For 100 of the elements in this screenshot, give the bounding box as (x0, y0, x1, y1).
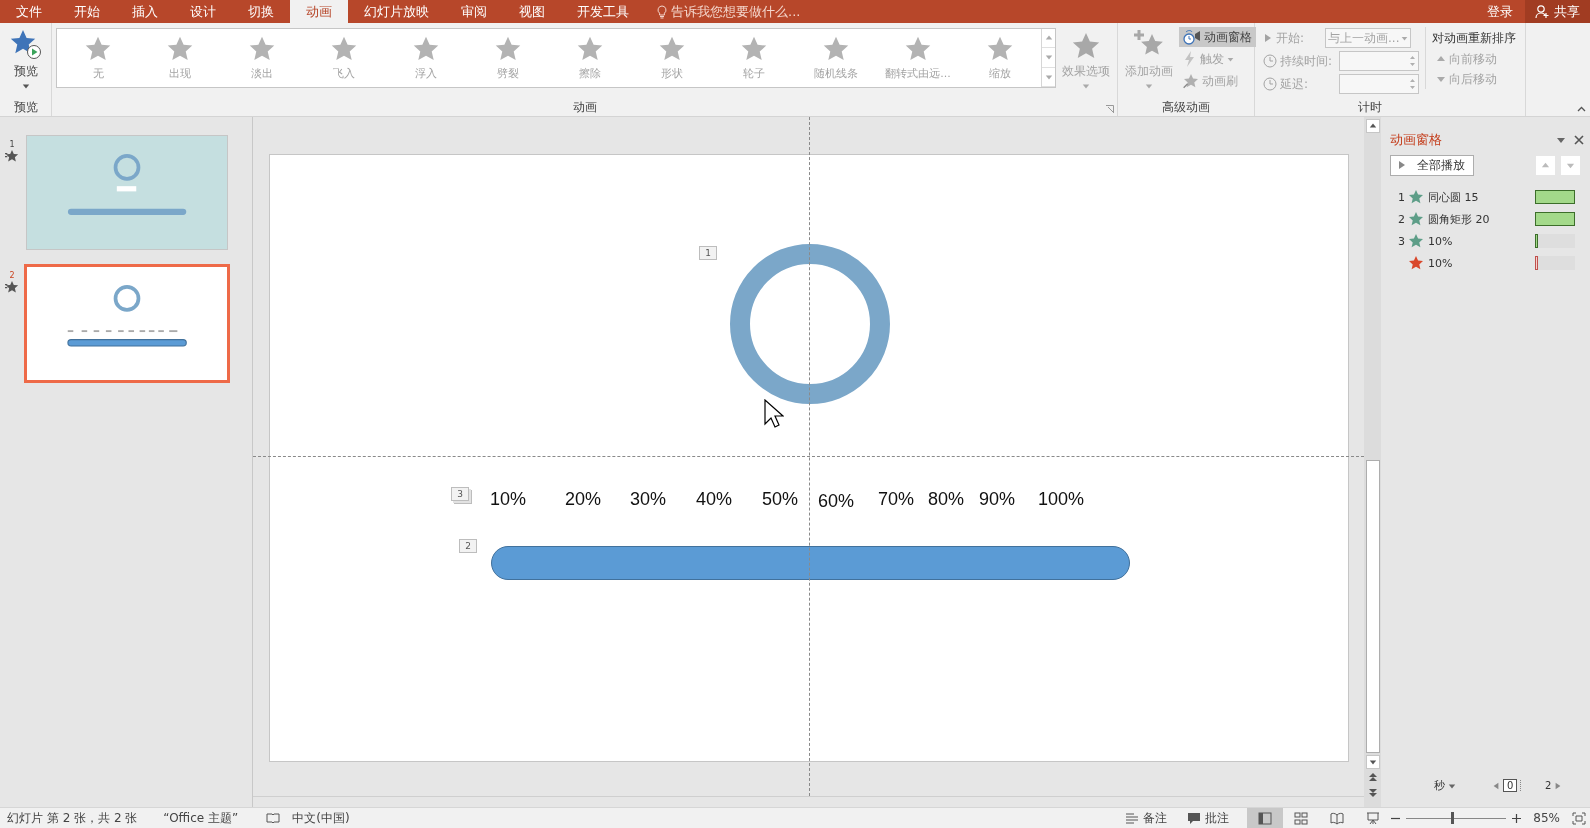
item-number: 1 (1398, 190, 1406, 204)
notes-button[interactable]: 备注 (1125, 809, 1168, 827)
right-triangle-icon (1554, 781, 1563, 790)
status-text[interactable]: 中文(中国) (292, 809, 350, 827)
field-label: 开始: (1276, 29, 1306, 47)
animation-tag[interactable]: 3 (451, 487, 469, 501)
ribbon-tab[interactable]: 幻灯片放映 (348, 0, 445, 23)
scroll-down-button[interactable] (1365, 755, 1380, 769)
double-down-icon (1368, 788, 1377, 798)
play-all-button[interactable]: 全部播放 (1390, 154, 1474, 176)
ribbon-tab[interactable]: 审阅 (445, 0, 503, 23)
scroll-thumb[interactable] (1365, 460, 1380, 753)
ribbon-tab[interactable]: 开发工具 (561, 0, 645, 23)
move-up-button[interactable] (1536, 155, 1555, 175)
left-triangle-icon (1492, 781, 1500, 790)
zoom-in-icon[interactable] (1512, 813, 1522, 823)
zoom-level[interactable]: 85% (1533, 811, 1560, 825)
projector-screen-icon (1366, 811, 1381, 825)
slide-thumbnail[interactable] (26, 135, 228, 250)
animation-tag[interactable]: 1 (699, 246, 717, 260)
share-button[interactable]: 共享 (1525, 0, 1590, 23)
caret-icon (1227, 55, 1234, 63)
animation-tag[interactable]: 2 (459, 539, 477, 553)
status-text: “Office 主题” (163, 809, 239, 827)
vertical-scrollbar[interactable] (1364, 117, 1381, 807)
pane-title: 动画窗格 (1390, 131, 1443, 149)
percent-label: 40% (696, 489, 733, 510)
animation-star-icon (1408, 189, 1424, 205)
percent-label: 50% (762, 489, 799, 510)
collapse-ribbon-icon[interactable] (1577, 106, 1586, 112)
timeline-label: 2 (1520, 780, 1552, 791)
timeline-label: 0 (1503, 779, 1518, 792)
person-add-icon (1535, 4, 1550, 19)
open-book-icon (1330, 811, 1345, 825)
comment-icon (1187, 811, 1202, 825)
star-icon (412, 35, 440, 63)
expand-icon (1044, 72, 1053, 81)
dialog-launcher-icon[interactable] (1106, 105, 1114, 113)
ring-shape[interactable] (730, 244, 890, 404)
ribbon-tab[interactable]: 动画 (290, 0, 348, 23)
slide-thumbnail[interactable] (24, 264, 230, 383)
scroll-down-icon (1044, 53, 1053, 62)
tell-me-search[interactable]: 告诉我您想要做什么... (657, 0, 801, 23)
caret-icon (1082, 82, 1090, 90)
group-label: 预览 (12, 99, 39, 116)
scroll-up-button[interactable] (1365, 119, 1380, 133)
preview-button[interactable]: 预览 (6, 27, 45, 92)
ribbon-tab[interactable]: 视图 (503, 0, 561, 23)
star-brush-icon (1183, 73, 1199, 89)
duration-field[interactable] (1339, 51, 1419, 71)
spin-arrows-icon (1409, 54, 1416, 68)
star-icon (576, 35, 604, 63)
animation-pane-button[interactable]: 动画窗格 (1179, 27, 1256, 47)
comments-button[interactable]: 批注 (1187, 809, 1230, 827)
pane-clock-icon (1183, 29, 1201, 45)
field-label: 持续时间: (1280, 52, 1334, 70)
caret-icon (1448, 781, 1456, 790)
sign-in-link[interactable]: 登录 (1475, 0, 1525, 23)
item-number: 2 (1398, 212, 1406, 226)
grid-icon (1294, 811, 1309, 825)
close-icon[interactable] (1574, 135, 1584, 145)
delay-field[interactable] (1339, 74, 1419, 94)
animation-item[interactable]: 圆角矩形 20 (1428, 211, 1535, 227)
normal-view-button[interactable] (1247, 808, 1284, 828)
lightbulb-icon (657, 4, 667, 19)
unit-dropdown[interactable]: 秒 (1434, 778, 1456, 793)
caret-icon (21, 82, 30, 90)
star-icon (166, 35, 194, 63)
ribbon-tab[interactable]: 插入 (116, 0, 174, 23)
status-text: 幻灯片 第 2 张，共 2 张 (7, 809, 138, 827)
item-number: 3 (1398, 234, 1406, 248)
star-icon (248, 35, 276, 63)
animation-star-icon (5, 149, 19, 163)
up-triangle-icon (1436, 54, 1446, 64)
star-icon (494, 35, 522, 63)
star-icon (658, 35, 686, 63)
ribbon-tab[interactable]: 设计 (174, 0, 232, 23)
reorder-title: 对动画重新排序 (1432, 29, 1516, 47)
ribbon-tab[interactable]: 开始 (58, 0, 116, 23)
percent-label: 100% (1038, 489, 1085, 510)
zoom-slider-thumb[interactable] (1451, 812, 1455, 824)
slide-number: 1 (9, 141, 15, 149)
star-icon (904, 35, 932, 63)
animation-item[interactable]: 同心圆 15 (1428, 189, 1535, 205)
normal-view-icon (1258, 811, 1273, 825)
animation-star-icon (1408, 211, 1424, 227)
animation-item[interactable]: 10% (1428, 234, 1535, 248)
percent-label: 90% (979, 489, 1016, 510)
preview-star-icon (9, 29, 42, 61)
ribbon-tab[interactable]: 切换 (232, 0, 290, 23)
ribbon-tab[interactable]: 文件 (0, 0, 58, 23)
animation-star-icon (5, 280, 19, 294)
play-icon (1397, 160, 1407, 170)
scroll-up-icon (1044, 34, 1053, 43)
animation-item[interactable]: 10% (1428, 256, 1535, 270)
animation-star-icon (1408, 255, 1424, 271)
pane-menu-icon (1556, 135, 1566, 145)
down-triangle-icon (1368, 758, 1377, 766)
down-triangle-icon (1436, 74, 1446, 84)
move-down-button[interactable] (1561, 155, 1580, 175)
